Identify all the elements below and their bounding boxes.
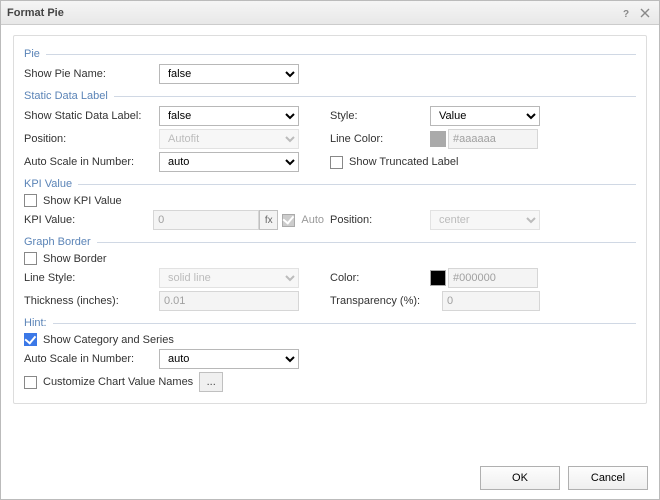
checkbox-icon [24,194,37,207]
label-auto-scale: Auto Scale in Number: [24,156,159,168]
label-transparency: Transparency (%): [330,295,442,307]
checkbox-icon [330,156,343,169]
swatch-color[interactable] [430,270,446,286]
label-thickness: Thickness (inches): [24,295,159,307]
label-color: Color: [330,272,430,284]
section-static-label: Static Data Label [24,90,636,102]
input-thickness[interactable] [159,291,299,311]
select-show-pie-name[interactable]: false [159,64,299,84]
checkbox-icon [282,214,295,227]
dialog-content: Pie Show Pie Name: false Static Data Lab… [1,25,659,408]
title-bar: Format Pie ? [1,1,659,25]
label-show-pie-name: Show Pie Name: [24,68,159,80]
select-style[interactable]: Value [430,106,540,126]
label-auto-scale2: Auto Scale in Number: [24,353,159,365]
label-kpi-value: KPI Value: [24,214,153,226]
cancel-button[interactable]: Cancel [568,466,648,490]
select-position[interactable]: Autofit [159,129,299,149]
section-pie: Pie [24,48,636,60]
input-line-color[interactable] [448,129,538,149]
select-auto-scale[interactable]: auto [159,152,299,172]
select-show-static[interactable]: false [159,106,299,126]
check-show-border[interactable]: Show Border [24,252,107,265]
check-show-trunc[interactable]: Show Truncated Label [330,156,458,169]
label-kpi-position: Position: [330,214,430,226]
fx-button[interactable]: fx [259,210,278,230]
label-line-style: Line Style: [24,272,159,284]
section-border: Graph Border [24,236,636,248]
check-show-category[interactable]: Show Category and Series [24,333,174,346]
checkbox-icon [24,376,37,389]
checkbox-icon [24,252,37,265]
check-auto-kpi[interactable]: Auto [282,214,324,227]
label-style: Style: [330,110,430,122]
label-position: Position: [24,133,159,145]
customize-button[interactable]: ... [199,372,223,392]
checkbox-icon [24,333,37,346]
main-group: Pie Show Pie Name: false Static Data Lab… [13,35,647,404]
section-hint: Hint: [24,317,636,329]
ok-button[interactable]: OK [480,466,560,490]
input-transparency[interactable] [442,291,540,311]
label-line-color: Line Color: [330,133,430,145]
swatch-line-color[interactable] [430,131,446,147]
select-line-style[interactable]: solid line [159,268,299,288]
window-title: Format Pie [7,7,64,19]
label-show-static: Show Static Data Label: [24,110,159,122]
section-kpi: KPI Value [24,178,636,190]
select-auto-scale2[interactable]: auto [159,349,299,369]
help-icon[interactable]: ? [619,5,635,21]
input-color[interactable] [448,268,538,288]
select-kpi-position[interactable]: center [430,210,540,230]
svg-text:?: ? [623,9,629,18]
check-show-kpi[interactable]: Show KPI Value [24,194,122,207]
close-icon[interactable] [637,5,653,21]
input-kpi-value[interactable] [153,210,259,230]
dialog-footer: OK Cancel [480,466,648,490]
check-customize-names[interactable]: Customize Chart Value Names [24,376,193,389]
